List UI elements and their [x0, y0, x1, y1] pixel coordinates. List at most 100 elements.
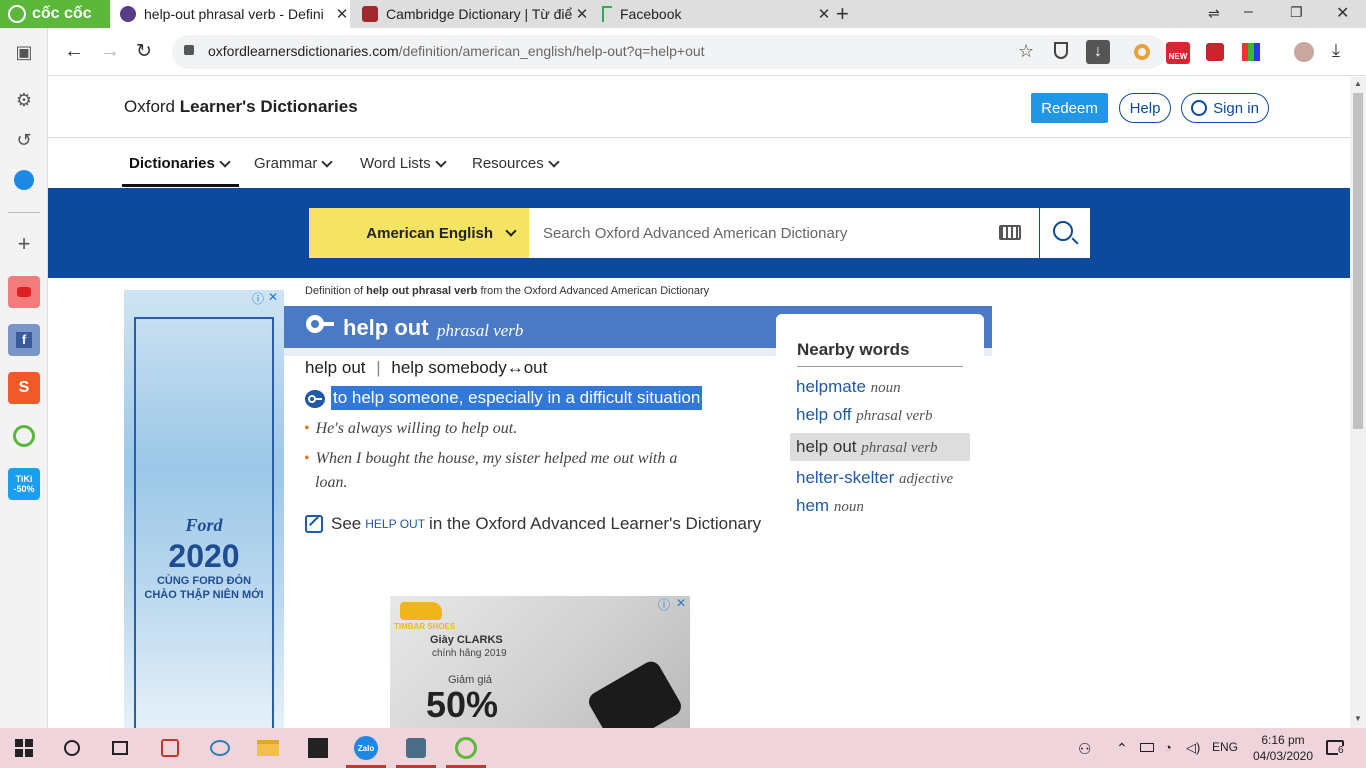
tab-facebook[interactable]: Facebook ✕	[592, 0, 832, 28]
tray-chevron-up-icon[interactable]: ⌃	[1116, 740, 1128, 757]
people-icon[interactable]: ⚇	[1078, 740, 1091, 758]
scroll-down-arrow[interactable]: ▼	[1354, 714, 1362, 723]
restore-button[interactable]: ❐	[1290, 4, 1303, 21]
site-logo[interactable]: Oxford Learner's Dictionaries	[124, 97, 358, 117]
extension-colors-icon[interactable]	[1242, 43, 1260, 61]
tab-oxford[interactable]: help-out phrasal verb - Defini ✕	[110, 0, 350, 28]
coccoc-logo[interactable]: cốc cốc	[0, 0, 110, 28]
tab-cambridge[interactable]: Cambridge Dictionary | Từ điể ✕	[352, 0, 590, 28]
ad-ford-line1: CÙNG FORD ĐÓN	[156, 575, 252, 587]
chevron-down-icon	[548, 155, 560, 168]
nearby-item-help-out[interactable]: help out phrasal verb	[796, 437, 937, 457]
youtube-icon[interactable]	[8, 276, 40, 308]
facebook-favicon	[602, 6, 612, 22]
tiki-icon[interactable]: TiKi -50%	[8, 468, 40, 500]
bookmark-star-icon[interactable]: ☆	[1018, 41, 1034, 62]
nav-word-lists[interactable]: Word Lists	[360, 155, 447, 172]
tab-close-icon[interactable]: ✕	[334, 5, 350, 23]
oxford-favicon	[120, 6, 136, 22]
tab-close-icon[interactable]: ✕	[816, 5, 832, 23]
ad-clarks[interactable]: ⓘ ✕ TIMBAR SHOES Giày CLARKS chính hãng …	[390, 596, 690, 728]
nearby-item-helpmate[interactable]: helpmate noun	[796, 377, 901, 397]
clock[interactable]: 6:16 pm 04/03/2020	[1248, 732, 1318, 764]
clock-time: 6:16 pm	[1261, 733, 1305, 747]
tab-close-icon[interactable]: ✕	[574, 5, 590, 23]
battery-icon[interactable]	[1140, 740, 1154, 755]
file-explorer-icon[interactable]	[256, 736, 280, 760]
minimize-button[interactable]: –	[1244, 3, 1253, 21]
coccoc-taskbar-icon[interactable]	[454, 736, 478, 760]
help-button[interactable]: Help	[1119, 93, 1171, 123]
headword: help out	[343, 315, 429, 340]
extension-chrome-icon[interactable]	[1134, 44, 1150, 60]
app-grid-icon[interactable]	[158, 736, 182, 760]
profile-avatar[interactable]	[1294, 42, 1314, 62]
nearby-item-help-off[interactable]: help off phrasal verb	[796, 405, 932, 425]
nearby-item-hem[interactable]: hem noun	[796, 496, 864, 516]
keyboard-icon[interactable]	[999, 225, 1021, 240]
phrasal-forms: help out | help somebody↔out	[305, 358, 548, 377]
ad-line1: Giày CLARKS	[430, 634, 503, 646]
sidebar-divider	[8, 212, 40, 213]
example-1: • He's always willing to help out.	[304, 420, 518, 437]
redeem-button[interactable]: Redeem	[1031, 93, 1108, 123]
coccoc-icon[interactable]	[8, 420, 40, 452]
extension-new-icon[interactable]: NEW	[1166, 42, 1190, 64]
address-bar[interactable]: oxfordlearnersdictionaries.com/definitio…	[172, 35, 1166, 69]
ad-ford[interactable]: ⓘ ✕ Ford 2020 CÙNG FORD ĐÓN CHÀO THẬP NI…	[124, 290, 284, 728]
definition[interactable]: to help someone, especially in a difficu…	[331, 386, 703, 410]
gear-icon[interactable]: ⚙	[8, 84, 40, 116]
search-icon	[1053, 221, 1079, 245]
signin-button[interactable]: Sign in	[1181, 93, 1269, 123]
see-also-link[interactable]: See HELP OUT in the Oxford Advanced Lear…	[305, 514, 761, 534]
ad-close-icon[interactable]: ✕	[268, 290, 278, 304]
ad-info-icon[interactable]: ⓘ	[658, 596, 670, 613]
search-circle-icon[interactable]	[60, 736, 84, 760]
nearby-item-helter-skelter[interactable]: helter-skelter adjective	[796, 468, 953, 488]
nav-resources[interactable]: Resources	[472, 155, 560, 172]
zalo-icon[interactable]: Zalo	[354, 736, 378, 760]
nav-grammar[interactable]: Grammar	[254, 155, 334, 172]
download-page-icon[interactable]: ↓	[1086, 40, 1110, 64]
page-scrollbar[interactable]: ▲ ▼	[1350, 77, 1366, 728]
task-view-icon[interactable]	[108, 736, 132, 760]
shopee-icon[interactable]: S	[8, 372, 40, 404]
facebook-icon[interactable]: f	[8, 324, 40, 356]
dictionary-select[interactable]: American English	[309, 208, 529, 258]
downloads-icon[interactable]: ⤓	[1332, 40, 1340, 61]
nav-active-underline	[122, 184, 239, 187]
extension-red-icon[interactable]	[1206, 43, 1224, 61]
language-indicator[interactable]: ENG	[1212, 740, 1238, 754]
close-window-button[interactable]: ✕	[1336, 3, 1349, 23]
messenger-icon[interactable]	[8, 164, 40, 196]
ad-discount: 50%	[426, 684, 499, 725]
scroll-thumb[interactable]	[1353, 93, 1363, 429]
browser-toolbar: ← → ↻ oxfordlearnersdictionaries.com/def…	[48, 28, 1366, 76]
windows-start-icon[interactable]	[12, 736, 36, 760]
volume-icon[interactable]: ◁)	[1186, 740, 1200, 756]
ad-close-icon[interactable]: ✕	[676, 596, 686, 610]
search-band: American English Search Oxford Advanced …	[48, 188, 1350, 278]
search-input[interactable]: Search Oxford Advanced American Dictiona…	[529, 208, 1039, 258]
sticky-notes-icon[interactable]	[306, 736, 330, 760]
notification-center-icon[interactable]: 6	[1326, 740, 1344, 756]
chevron-down-icon	[219, 155, 231, 168]
panel-icon[interactable]: ▣	[8, 36, 40, 68]
nav-dictionaries[interactable]: Dictionaries	[129, 155, 231, 172]
new-tab-button[interactable]: +	[836, 1, 849, 27]
tab-search-icon[interactable]: ⇌	[1208, 5, 1220, 22]
back-button[interactable]: ←	[64, 40, 84, 63]
ad-info-icon[interactable]: ⓘ	[252, 290, 264, 307]
add-icon[interactable]: +	[8, 228, 40, 260]
scroll-up-arrow[interactable]: ▲	[1354, 79, 1362, 88]
app-window-icon[interactable]	[404, 736, 428, 760]
wifi-icon[interactable]: ◔	[1164, 740, 1172, 755]
history-icon[interactable]: ↺	[8, 124, 40, 156]
user-icon	[1191, 100, 1208, 116]
reload-button[interactable]: ↻	[136, 40, 152, 63]
forward-button[interactable]: →	[100, 40, 120, 63]
paint-icon[interactable]	[208, 736, 232, 760]
clock-date: 04/03/2020	[1252, 749, 1314, 763]
search-button[interactable]	[1040, 208, 1090, 258]
shield-icon[interactable]	[1054, 42, 1068, 59]
